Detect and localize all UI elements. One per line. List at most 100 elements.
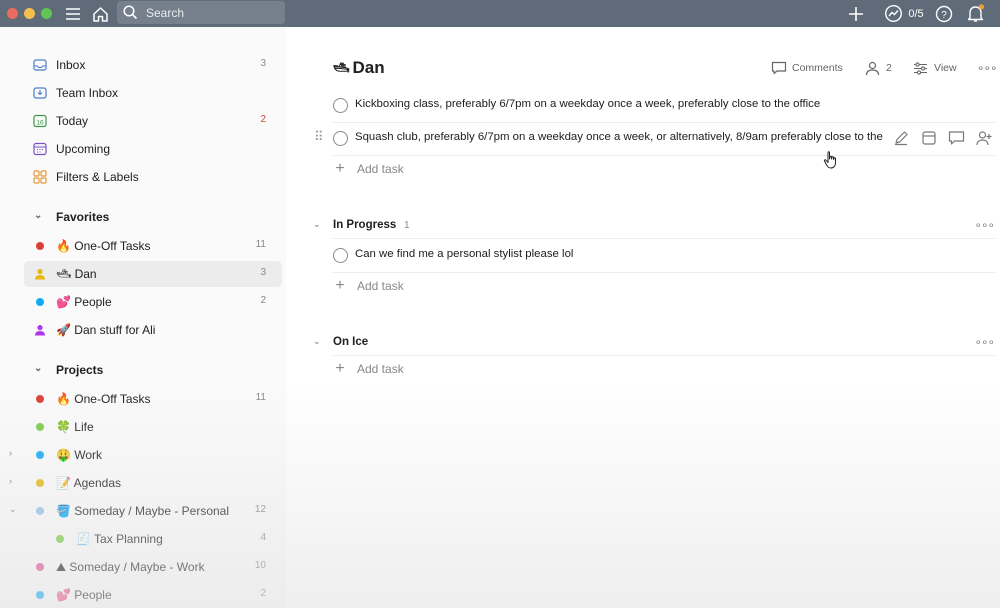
sidebar-item-team-inbox[interactable]: Team Inbox xyxy=(24,80,282,106)
section-header[interactable]: In Progress 1 ∘∘∘ xyxy=(333,214,995,239)
project-dot-icon xyxy=(33,588,47,602)
favorite-item[interactable]: 🔥 One-Off Tasks 11 xyxy=(24,233,282,259)
task-content[interactable]: Kickboxing class, preferably 6/7pm on a … xyxy=(355,98,995,110)
bell-icon[interactable] xyxy=(966,4,986,23)
view-settings-icon xyxy=(914,61,927,75)
filters-icon xyxy=(33,170,47,184)
person-icon xyxy=(33,267,47,281)
favorite-item[interactable]: 🛥 Dan 3 xyxy=(24,261,282,287)
drag-handle-icon[interactable]: ⠿ xyxy=(314,129,323,145)
plus-icon: + xyxy=(335,360,345,377)
project-dot-icon xyxy=(33,448,47,462)
project-item[interactable]: 🍀 Life xyxy=(24,414,282,440)
sidebar-item-label: Filters & Labels xyxy=(56,170,139,184)
page-title: 🛥 Dan xyxy=(333,58,385,78)
search-icon xyxy=(123,5,138,20)
chevron-down-icon[interactable]: ⌄ xyxy=(313,336,321,347)
favorite-item[interactable]: 💕 People 2 xyxy=(24,289,282,315)
chevron-right-icon[interactable]: › xyxy=(9,448,12,458)
svg-text:?: ? xyxy=(941,10,947,21)
add-task-label: Add task xyxy=(357,279,404,293)
close-window-button[interactable] xyxy=(7,8,18,19)
chevron-down-icon[interactable]: ⌄ xyxy=(9,504,17,515)
project-item[interactable]: 🔥 One-Off Tasks 11 xyxy=(24,386,282,412)
add-task-label: Add task xyxy=(357,162,404,176)
project-dot-icon xyxy=(33,295,47,309)
add-task-button[interactable]: + Add task xyxy=(333,359,404,379)
projects-title: Projects xyxy=(56,363,104,377)
task-row[interactable]: ⠿ Squash club, preferably 6/7pm on a wee… xyxy=(314,121,995,156)
sidebar-item-label: 🧾 Tax Planning xyxy=(76,532,163,546)
sidebar-item-label: 🪣 Someday / Maybe - Personal xyxy=(56,504,230,518)
project-dot-icon xyxy=(33,476,47,490)
plus-icon: + xyxy=(335,160,345,177)
assign-icon[interactable] xyxy=(976,130,993,151)
section-header[interactable]: On Ice ∘∘∘ xyxy=(333,331,995,356)
more-options-icon[interactable]: ∘∘∘ xyxy=(974,218,995,232)
task-content[interactable]: Squash club, preferably 6/7pm on a weekd… xyxy=(355,131,885,143)
chevron-down-icon: ⌄ xyxy=(34,363,43,374)
project-item[interactable]: 📝 Agendas xyxy=(24,470,282,496)
project-item[interactable]: 💕 People 2 xyxy=(24,582,282,608)
search-input[interactable]: Search xyxy=(117,1,285,24)
add-task-button[interactable]: + Add task xyxy=(333,159,404,179)
person-icon xyxy=(33,323,47,337)
add-task-button[interactable]: + Add task xyxy=(333,276,404,296)
sidebar-item-today[interactable]: 16 Today 2 xyxy=(24,108,282,134)
sidebar-item-label: 🛥 Dan xyxy=(56,267,97,281)
section-count: 1 xyxy=(404,220,410,231)
search-placeholder: Search xyxy=(146,5,185,20)
favorites-header[interactable]: ⌄ Favorites xyxy=(24,205,282,229)
sidebar-item-inbox[interactable]: Inbox 3 xyxy=(24,52,282,78)
schedule-icon[interactable] xyxy=(921,130,937,151)
sidebar-item-label: 💕 People xyxy=(56,588,112,602)
sidebar-item-label: Today xyxy=(56,114,89,128)
comments-label: Comments xyxy=(792,62,843,74)
sidebar-item-count: 4 xyxy=(260,532,266,543)
project-dot-icon xyxy=(33,560,47,574)
plus-icon[interactable] xyxy=(847,4,865,23)
project-item[interactable]: 🪣 Someday / Maybe - Personal 12 xyxy=(24,498,282,524)
sidebar-item-upcoming[interactable]: Upcoming xyxy=(24,136,282,162)
project-item[interactable]: 🧾 Tax Planning 4 xyxy=(44,526,282,552)
karma-button[interactable]: 0/5 xyxy=(880,4,928,23)
sidebar-item-count: 10 xyxy=(254,560,266,571)
task-checkbox[interactable] xyxy=(333,248,348,263)
inbox-icon xyxy=(33,58,47,72)
sidebar-item-count: 11 xyxy=(255,239,266,250)
task-row[interactable]: Kickboxing class, preferably 6/7pm on a … xyxy=(333,88,995,123)
comment-icon[interactable] xyxy=(948,130,965,151)
project-item[interactable]: 🤑 Work xyxy=(24,442,282,468)
sidebar: Inbox 3 Team Inbox 16 Today 2 Upcoming F… xyxy=(0,27,286,608)
edit-icon[interactable] xyxy=(893,130,909,151)
menu-icon[interactable] xyxy=(64,4,82,23)
team-inbox-icon xyxy=(33,86,47,100)
favorite-item[interactable]: 🚀 Dan stuff for Ali xyxy=(24,317,282,343)
view-button[interactable]: View xyxy=(913,60,957,76)
chevron-down-icon: ⌄ xyxy=(34,210,43,221)
sidebar-item-count: 2 xyxy=(260,588,266,599)
help-icon[interactable]: ? xyxy=(935,4,953,23)
task-checkbox[interactable] xyxy=(333,98,348,113)
maximize-window-button[interactable] xyxy=(41,8,52,19)
section-title: On Ice xyxy=(333,336,369,348)
projects-header[interactable]: ⌄ Projects xyxy=(24,358,282,382)
minimize-window-button[interactable] xyxy=(24,8,35,19)
sidebar-item-label: 🍀 Life xyxy=(56,420,94,434)
share-button[interactable]: 2 xyxy=(865,60,892,76)
home-icon[interactable] xyxy=(91,4,109,23)
sidebar-item-filters-labels[interactable]: Filters & Labels xyxy=(24,164,282,190)
cursor-hand-icon xyxy=(823,150,839,175)
task-content[interactable]: Can we find me a personal stylist please… xyxy=(355,248,975,260)
task-checkbox[interactable] xyxy=(333,131,348,146)
project-item[interactable]: ⛰ Someday / Maybe - Work 10 xyxy=(24,554,282,580)
task-row[interactable]: Can we find me a personal stylist please… xyxy=(333,238,995,273)
sidebar-item-label: Team Inbox xyxy=(56,86,119,100)
more-options-icon[interactable]: ∘∘∘ xyxy=(977,60,998,76)
top-bar: Search 0/5 ? xyxy=(0,0,1000,27)
add-task-label: Add task xyxy=(357,362,404,376)
chevron-down-icon[interactable]: ⌄ xyxy=(313,219,321,230)
comments-button[interactable]: Comments xyxy=(771,60,843,76)
more-options-icon[interactable]: ∘∘∘ xyxy=(974,335,995,349)
chevron-right-icon[interactable]: › xyxy=(9,476,12,486)
